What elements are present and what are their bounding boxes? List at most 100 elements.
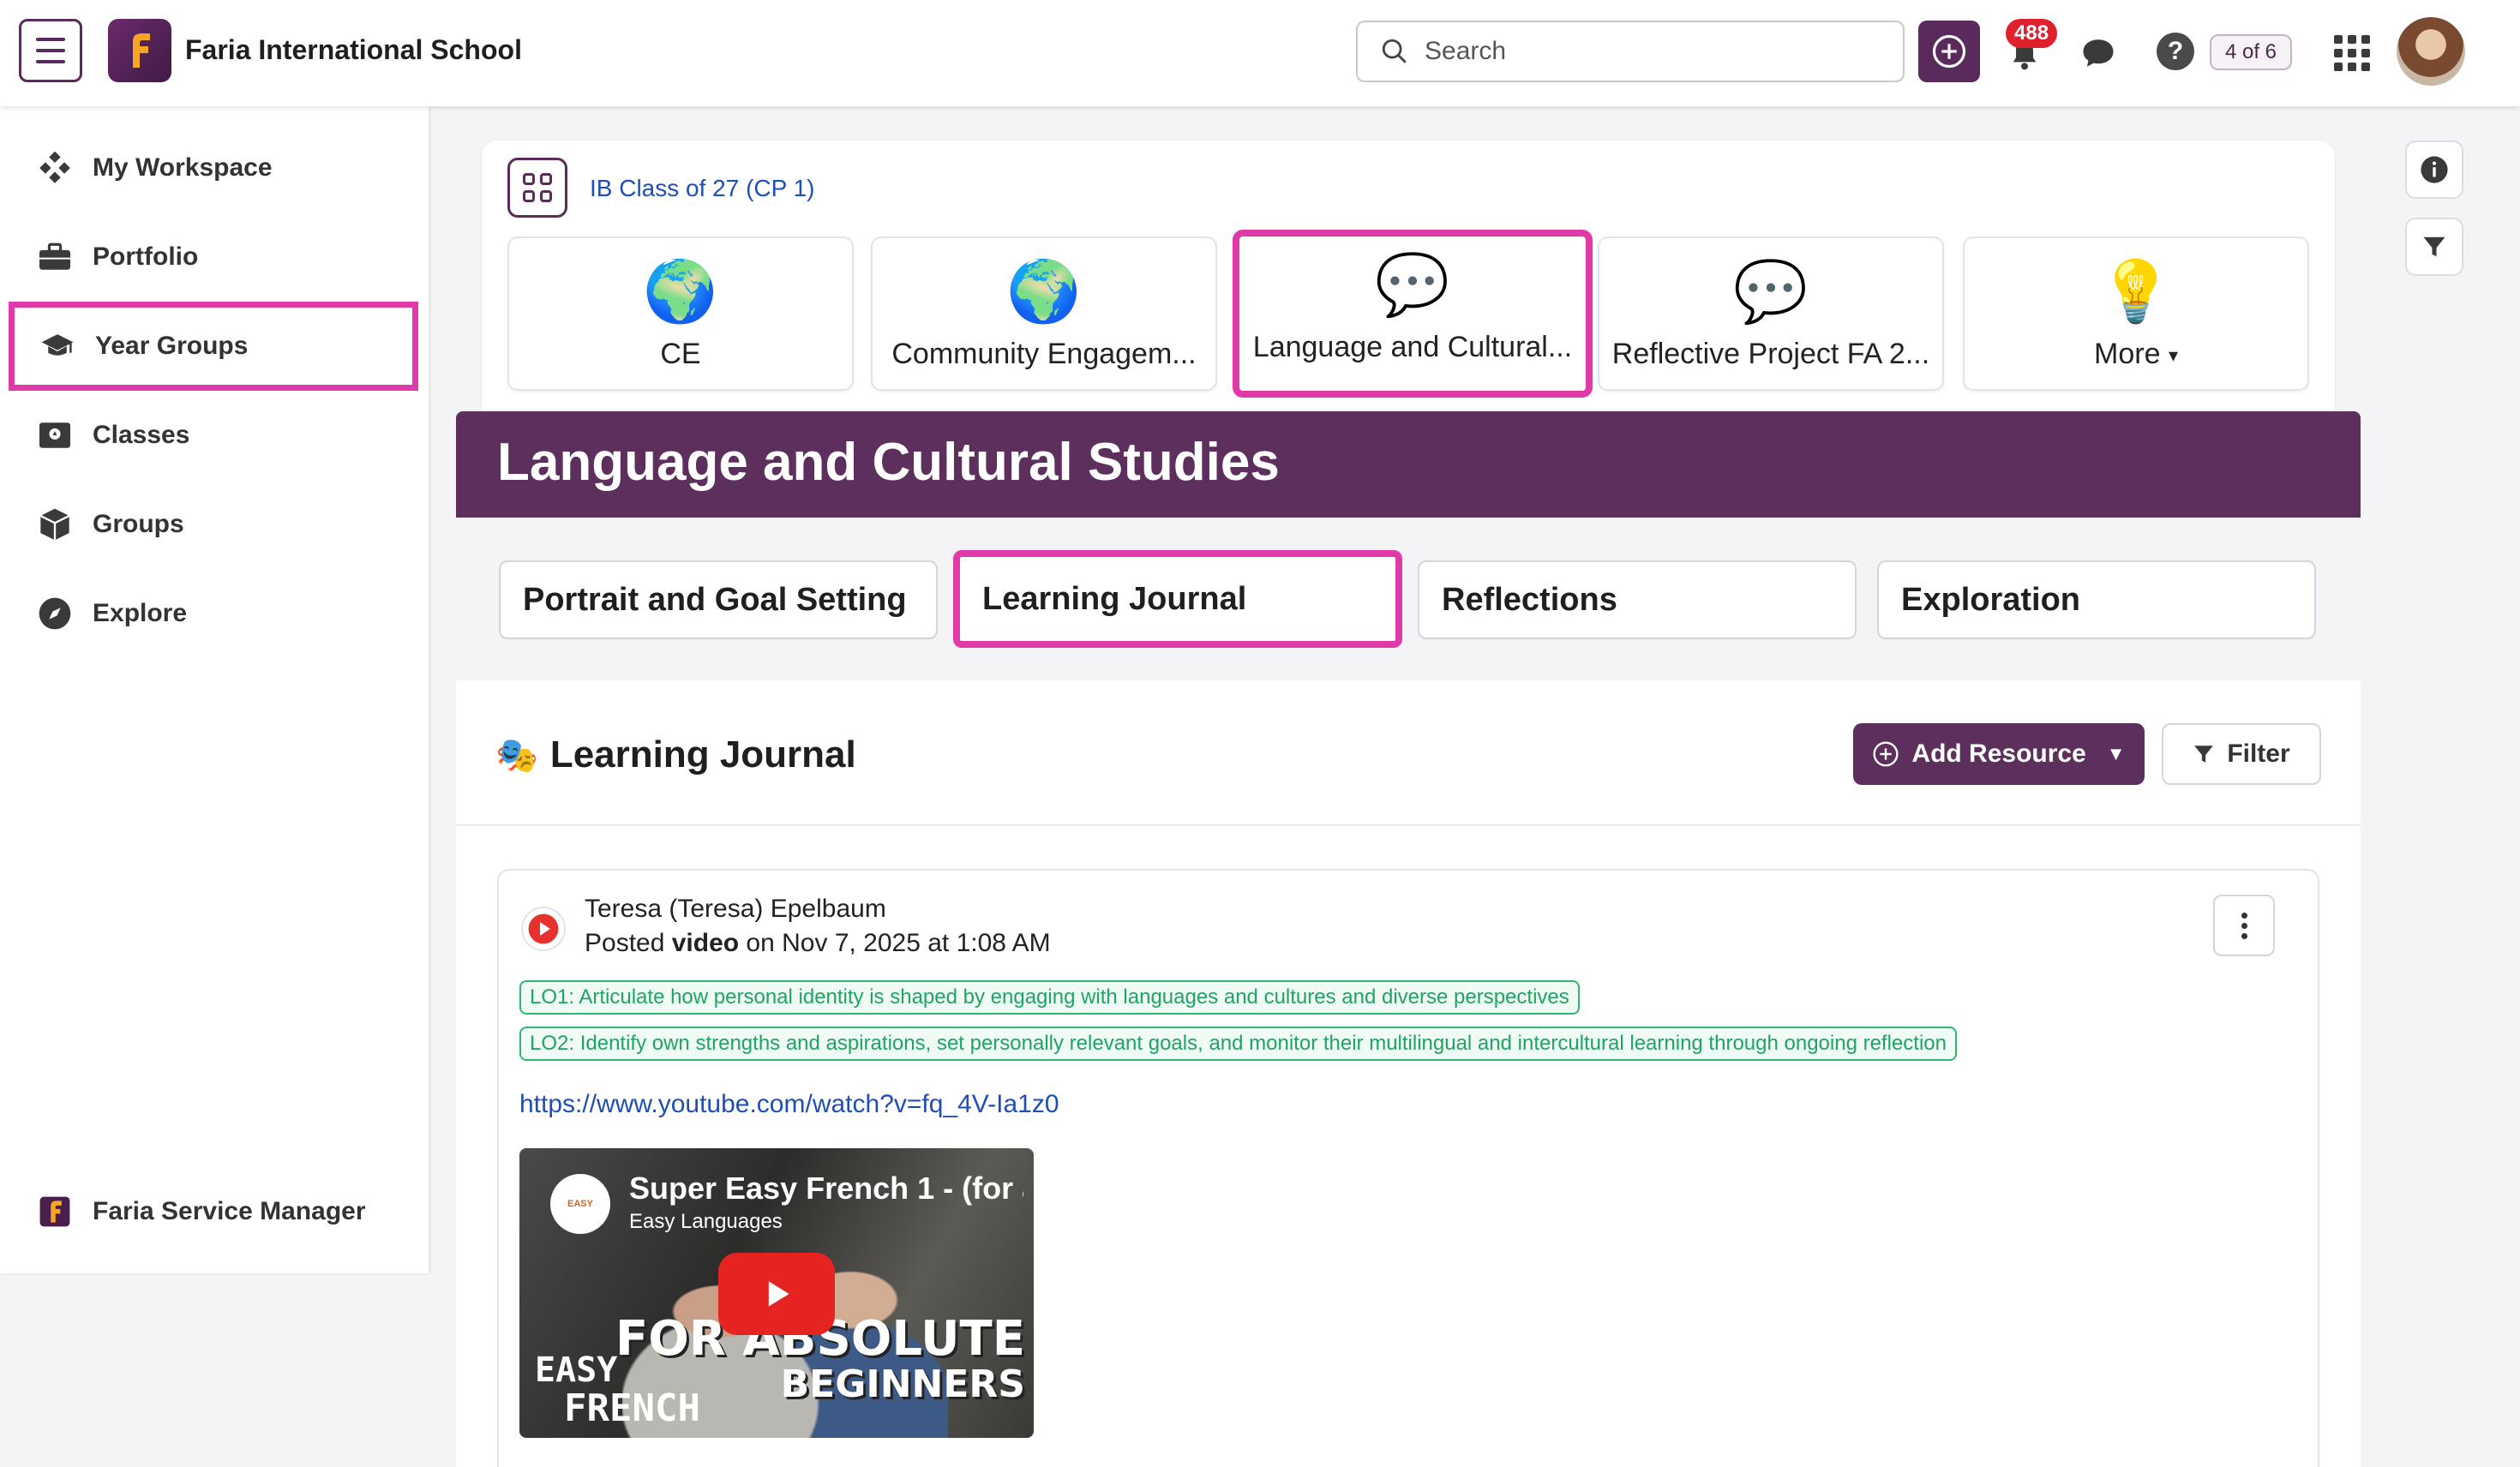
tab-portrait-goal-setting[interactable]: Portrait and Goal Setting — [499, 560, 938, 639]
compass-icon — [38, 596, 72, 631]
top-bar: Faria International School 488 ? 4 of 6 — [0, 0, 2520, 106]
page-title: Language and Cultural Studies — [497, 433, 1280, 492]
post-meta: Posted video on Nov 7, 2025 at 1:08 AM — [585, 929, 1051, 958]
tile-more[interactable]: 💡 More ▾ — [1963, 237, 2309, 391]
tile-reflective-project[interactable]: 💬 Reflective Project FA 2... — [1598, 237, 1944, 391]
learning-outcome-tag[interactable]: LO2: Identify own strengths and aspirati… — [519, 1027, 1957, 1061]
tile-ce[interactable]: 🌍 CE — [507, 237, 854, 391]
video-channel: Easy Languages — [629, 1210, 783, 1233]
search-icon — [1382, 39, 1407, 63]
menu-icon[interactable] — [19, 19, 82, 82]
tile-label: Language and Cultural... — [1252, 331, 1573, 363]
video-link[interactable]: https://www.youtube.com/watch?v=fq_4V-Ia… — [519, 1090, 1059, 1119]
theater-masks-icon: 🎭 — [495, 735, 538, 775]
journal-panel: 🎭 Learning Journal Add Resource ▼ Filter… — [456, 680, 2361, 1467]
cube-icon — [38, 507, 72, 542]
speech-bubble-icon: 💬 — [1733, 256, 1809, 326]
graduation-cap-icon — [40, 329, 75, 363]
sidebar-item-year-groups[interactable]: Year Groups — [9, 302, 418, 391]
more-label: More — [2094, 338, 2161, 370]
caret-down-icon: ▾ — [2168, 344, 2178, 367]
filter-side-button[interactable] — [2405, 218, 2463, 276]
chat-bubble-icon — [2083, 39, 2114, 67]
info-button[interactable] — [2405, 141, 2463, 199]
tab-exploration[interactable]: Exploration — [1877, 560, 2316, 639]
sidebar-item-label: Year Groups — [95, 332, 249, 360]
lightbulb-icon: 💡 — [2098, 256, 2174, 326]
app-grid-icon[interactable] — [2333, 34, 2371, 72]
funnel-icon — [2423, 237, 2445, 257]
caret-down-icon: ▼ — [2106, 743, 2126, 764]
sidebar-item-label: My Workspace — [93, 153, 273, 182]
posted-type: video — [671, 929, 740, 957]
add-resource-button[interactable]: Add Resource ▼ — [1853, 723, 2145, 785]
video-title: Super Easy French 1 - (for a — [629, 1171, 1023, 1206]
briefcase-icon — [38, 240, 72, 274]
sidebar-item-faria-service-manager[interactable]: Faria Service Manager — [0, 1167, 429, 1256]
info-icon — [2421, 156, 2448, 183]
video-thumbnail[interactable]: EASY Super Easy French 1 - (for a Easy L… — [519, 1148, 1034, 1438]
notification-badge: 488 — [2006, 19, 2058, 48]
class-link[interactable]: IB Class of 27 (CP 1) — [590, 175, 814, 202]
divider — [456, 824, 2361, 826]
sidebar-item-portfolio[interactable]: Portfolio — [0, 213, 429, 302]
sidebar-item-label: Explore — [93, 599, 188, 627]
help-icon[interactable]: ? — [2157, 33, 2194, 70]
tab-learning-journal[interactable]: Learning Journal — [953, 550, 1402, 648]
section-title-text: Learning Journal — [549, 734, 856, 775]
posted-prefix: Posted — [585, 929, 672, 957]
tile-language-and-cultural[interactable]: 💬 Language and Cultural... — [1233, 230, 1593, 398]
video-overlay-line2: BEGINNERS — [780, 1362, 1025, 1406]
sidebar-item-my-workspace[interactable]: My Workspace — [0, 123, 429, 213]
filter-label: Filter — [2227, 739, 2290, 768]
sidebar-item-label: Portfolio — [93, 243, 199, 271]
class-card: IB Class of 27 (CP 1) 🌍 CE 🌍 Community E… — [482, 141, 2335, 423]
journal-post: Teresa (Teresa) Epelbaum Posted video on… — [497, 869, 2319, 1467]
search-input[interactable] — [1425, 37, 1870, 66]
sidebar-item-label: Classes — [93, 421, 190, 449]
section-title: 🎭 Learning Journal — [495, 734, 856, 776]
sidebar-item-label: Faria Service Manager — [93, 1197, 366, 1225]
sidebar: My Workspace Portfolio Year Groups Class… — [0, 106, 429, 1273]
video-brand-line1: EASY — [535, 1350, 618, 1390]
classes-icon — [38, 418, 72, 452]
funnel-icon — [2194, 745, 2214, 763]
sidebar-item-classes[interactable]: Classes — [0, 391, 429, 480]
add-button[interactable] — [1918, 21, 1980, 82]
tile-label: Reflective Project FA 2... — [1611, 338, 1930, 370]
tab-reflections[interactable]: Reflections — [1418, 560, 1857, 639]
onboarding-progress[interactable]: 4 of 6 — [2210, 34, 2292, 70]
faria-logo-icon — [38, 1195, 72, 1229]
tile-label: CE — [660, 338, 701, 370]
search-box[interactable] — [1356, 21, 1905, 82]
youtube-play-icon[interactable] — [718, 1253, 835, 1335]
sidebar-item-explore[interactable]: Explore — [0, 569, 429, 658]
plus-circle-icon — [1932, 34, 1966, 69]
add-resource-label: Add Resource — [1911, 739, 2086, 768]
avatar[interactable] — [2397, 17, 2465, 86]
faria-logo[interactable] — [108, 19, 171, 82]
post-author[interactable]: Teresa (Teresa) Epelbaum — [585, 895, 886, 924]
globe-hands-icon: 🌍 — [643, 256, 718, 326]
tile-label: Community Engagem... — [891, 338, 1197, 370]
filter-button[interactable]: Filter — [2162, 723, 2321, 785]
subtab-bar: Portrait and Goal Setting Learning Journ… — [456, 518, 2361, 680]
speech-bubble-icon: 💬 — [1375, 249, 1450, 320]
more-options-icon[interactable] — [2213, 895, 2275, 956]
workspace-icon — [38, 151, 72, 185]
plus-circle-icon — [1873, 741, 1899, 767]
globe-hands-icon: 🌍 — [1006, 256, 1082, 326]
school-name[interactable]: Faria International School — [185, 34, 522, 66]
posted-date: on Nov 7, 2025 at 1:08 AM — [739, 929, 1051, 957]
page-banner: Language and Cultural Studies — [456, 411, 2361, 518]
sidebar-item-label: Groups — [93, 510, 184, 538]
grid-icon[interactable] — [507, 158, 567, 218]
tile-label: More ▾ — [1975, 338, 2297, 371]
channel-logo: EASY — [550, 1174, 610, 1234]
learning-outcome-tag[interactable]: LO1: Articulate how personal identity is… — [519, 980, 1580, 1015]
sidebar-item-groups[interactable]: Groups — [0, 480, 429, 569]
messages-button[interactable] — [2074, 29, 2122, 77]
video-type-icon — [521, 907, 566, 951]
tile-community-engagement[interactable]: 🌍 Community Engagem... — [871, 237, 1217, 391]
video-brand-line2: FRENCH — [564, 1386, 700, 1430]
